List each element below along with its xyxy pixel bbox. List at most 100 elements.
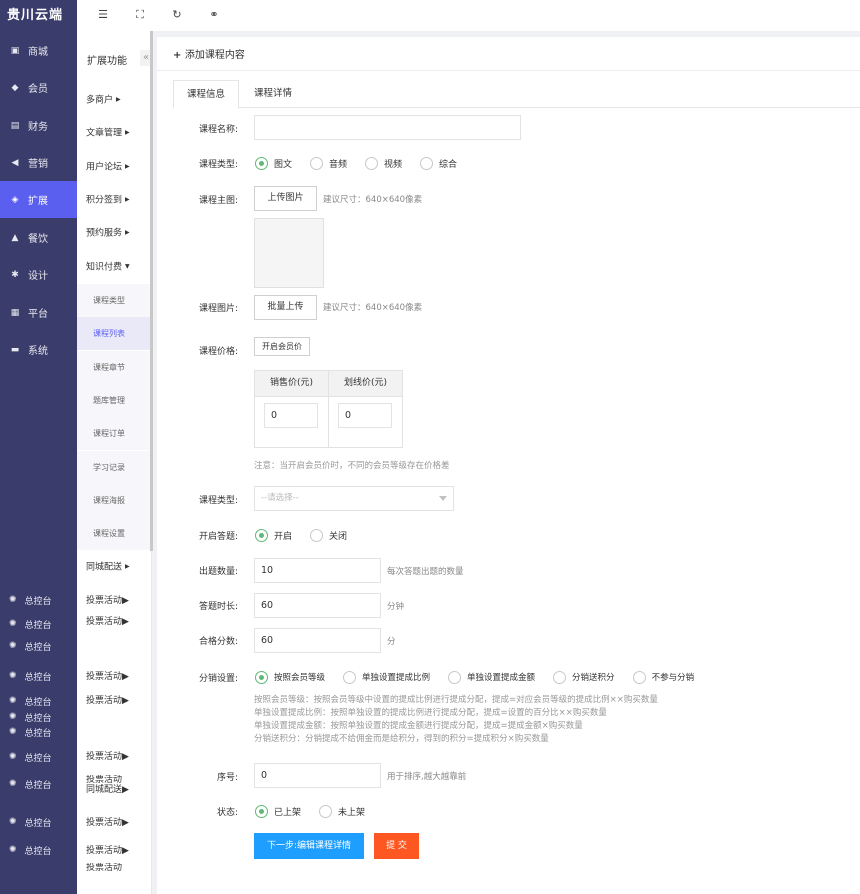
subnav-bottom-label: 投票活动 [86, 596, 123, 606]
sidebar-bottom-item[interactable]: ✺ 总控台 [0, 723, 77, 741]
radio-option-video[interactable]: 视频 [365, 156, 402, 170]
radio-option-text[interactable]: 图文 [255, 156, 292, 170]
subnav-item-knowledge[interactable]: 知识付费 ▼ [77, 257, 151, 277]
subnav-child-question-bank[interactable]: 题库管理 [77, 384, 151, 417]
course-name-input[interactable] [254, 115, 521, 140]
next-step-button[interactable]: 下一步:编辑课程详情 [254, 833, 364, 859]
sidebar-item-extension[interactable]: ◈ 扩展 [0, 181, 77, 218]
submit-button[interactable]: 提 交 [374, 833, 419, 859]
subnav-bottom-label: 投票活动 [86, 846, 123, 856]
subnav-item-booking[interactable]: 预约服务 ▶ [77, 223, 151, 243]
fullscreen-icon[interactable]: ⛶ [134, 9, 146, 21]
question-count-input[interactable]: 10 [254, 558, 381, 583]
upload-image-button[interactable]: 上传图片 [254, 186, 317, 211]
sidebar-item-label: 财务 [28, 122, 48, 133]
size-hint: 建议尺寸：640×640像素 [323, 195, 423, 205]
radio-option-quiz-off[interactable]: 关闭 [310, 528, 347, 542]
subnav-bottom-item[interactable]: 投票活动▶ [77, 668, 151, 686]
sidebar-bottom-item[interactable]: ✺ 总控台 [0, 667, 77, 685]
sidebar-bottom-item[interactable]: ✺ 总控台 [0, 748, 77, 766]
sidebar-bottom-label: 总控台 [24, 780, 52, 791]
menu-fold-icon[interactable]: ☰ [97, 9, 109, 21]
subnav-bottom-item[interactable]: 投票活动▶ [77, 748, 151, 766]
caret-right-icon: ▶ [116, 96, 121, 103]
radio-option-on-shelf[interactable]: 已上架 [255, 804, 301, 818]
caret-right-icon: ▶ [125, 129, 130, 136]
radio-checked-icon [255, 156, 268, 170]
subnav-child-poster[interactable]: 课程海报 [77, 484, 151, 517]
score-unit: 分 [387, 637, 396, 647]
sidebar-item-platform[interactable]: ▦ 平台 [0, 294, 77, 331]
subnav-child-course-list[interactable]: 课程列表 [77, 317, 151, 350]
batch-upload-button[interactable]: 批量上传 [254, 295, 317, 320]
radio-option-off-shelf[interactable]: 未上架 [319, 804, 365, 818]
subnav-scrollbar[interactable] [150, 31, 153, 551]
sidebar-item-marketing[interactable]: ◀ 营销 [0, 144, 77, 181]
gear-icon: ✺ [9, 712, 17, 722]
pass-score-input[interactable]: 60 [254, 628, 381, 653]
sidebar-bottom-item[interactable]: ✺ 总控台 [0, 813, 77, 831]
status-radio-group: 已上架 未上架 [255, 804, 383, 818]
subnav-child-chapters[interactable]: 课程章节 [77, 351, 151, 384]
radio-label: 分销送积分 [572, 673, 615, 683]
subnav-bottom-item[interactable]: 投票活动▶ [77, 842, 151, 860]
sidebar-bottom-item[interactable]: ✺ 总控台 [0, 615, 77, 633]
radio-option-points[interactable]: 分销送积分 [553, 670, 615, 684]
radio-option-by-amount[interactable]: 单独设置提成金额 [448, 670, 535, 684]
tab-course-info[interactable]: 课程信息 [173, 80, 240, 109]
sidebar-bottom-item[interactable]: ✺ 总控台 [0, 641, 77, 651]
finance-icon: ▤ [10, 120, 20, 131]
sidebar-item-design[interactable]: ✱ 设计 [0, 256, 77, 293]
subnav-bottom-item[interactable]: 投票活动▶ [77, 592, 151, 610]
subnav-child-orders[interactable]: 课程订单 [77, 417, 151, 450]
subnav-item-points[interactable]: 积分签到 ▶ [77, 190, 151, 210]
caret-right-icon: ▶ [122, 617, 129, 627]
tab-course-detail[interactable]: 课程详情 [241, 80, 305, 108]
subnav-bottom-item[interactable]: 投票活动▶ [77, 692, 151, 710]
sidebar-bottom-label: 总控台 [24, 846, 52, 857]
radio-option-quiz-on[interactable]: 开启 [255, 528, 292, 542]
sidebar-item-system[interactable]: ▬ 系统 [0, 331, 77, 368]
subnav-bottom-item[interactable]: 投票活动 [77, 863, 151, 873]
subnav-bottom-item[interactable]: 同城配送▶ [77, 781, 151, 799]
radio-option-by-ratio[interactable]: 单独设置提成比例 [343, 670, 430, 684]
enable-member-price-button[interactable]: 开启会员价 [254, 337, 310, 356]
list-price-input[interactable]: 0 [338, 403, 392, 428]
sidebar-item-dining[interactable]: ▲ 餐饮 [0, 219, 77, 256]
radio-option-audio[interactable]: 音频 [310, 156, 347, 170]
sidebar-item-shop[interactable]: ▣ 商城 [0, 32, 77, 69]
sidebar-bottom-item[interactable]: ✺ 总控台 [0, 591, 77, 609]
quiz-duration-input[interactable]: 60 [254, 593, 381, 618]
refresh-icon[interactable]: ↻ [171, 9, 183, 21]
radio-unchecked-icon [365, 156, 379, 170]
radio-option-by-level[interactable]: 按照会员等级 [255, 670, 325, 684]
subnav-item-forum[interactable]: 用户论坛 ▶ [77, 157, 151, 177]
subnav-child-records[interactable]: 学习记录 [77, 451, 151, 484]
size-hint: 建议尺寸：640×640像素 [323, 303, 423, 313]
member-icon: ◆ [11, 82, 19, 93]
sidebar-bottom-item[interactable]: ✺ 总控台 [0, 692, 77, 710]
sale-price-input[interactable]: 0 [264, 403, 318, 428]
subnav-child-course-type[interactable]: 课程类型 [77, 284, 151, 317]
subnav-child-settings[interactable]: 课程设置 [77, 517, 151, 550]
sidebar-bottom-item[interactable]: ✺ 总控台 [0, 841, 77, 859]
course-price-label: 课程价格: [198, 347, 238, 357]
subnav-item-merchant[interactable]: 多商户 ▶ [77, 90, 151, 110]
link-icon[interactable]: ⚭ [208, 9, 220, 21]
sidebar-item-label: 系统 [28, 346, 48, 357]
subnav-item-delivery[interactable]: 同城配送 ▶ [77, 557, 151, 577]
subnav-item-article[interactable]: 文章管理 ▶ [77, 123, 151, 143]
sidebar-bottom-item[interactable]: ✺ 总控台 [0, 775, 77, 793]
subnav-bottom-item[interactable]: 投票活动▶ [77, 814, 151, 832]
sidebar-item-member[interactable]: ◆ 会员 [0, 69, 77, 106]
sidebar-item-finance[interactable]: ▤ 财务 [0, 107, 77, 144]
course-category-select[interactable]: --请选择-- [254, 486, 454, 511]
order-input[interactable]: 0 [254, 763, 381, 788]
radio-option-mixed[interactable]: 综合 [420, 156, 457, 170]
subnav-bottom-item[interactable]: 投票活动▶ [77, 616, 151, 628]
caret-right-icon: ▶ [122, 596, 129, 606]
enable-quiz-label: 开启答题: [198, 532, 238, 542]
radio-option-none[interactable]: 不参与分销 [632, 670, 694, 684]
sidebar-bottom-item[interactable]: ✺ 总控台 [0, 712, 77, 722]
dining-icon: ▲ [11, 232, 19, 243]
